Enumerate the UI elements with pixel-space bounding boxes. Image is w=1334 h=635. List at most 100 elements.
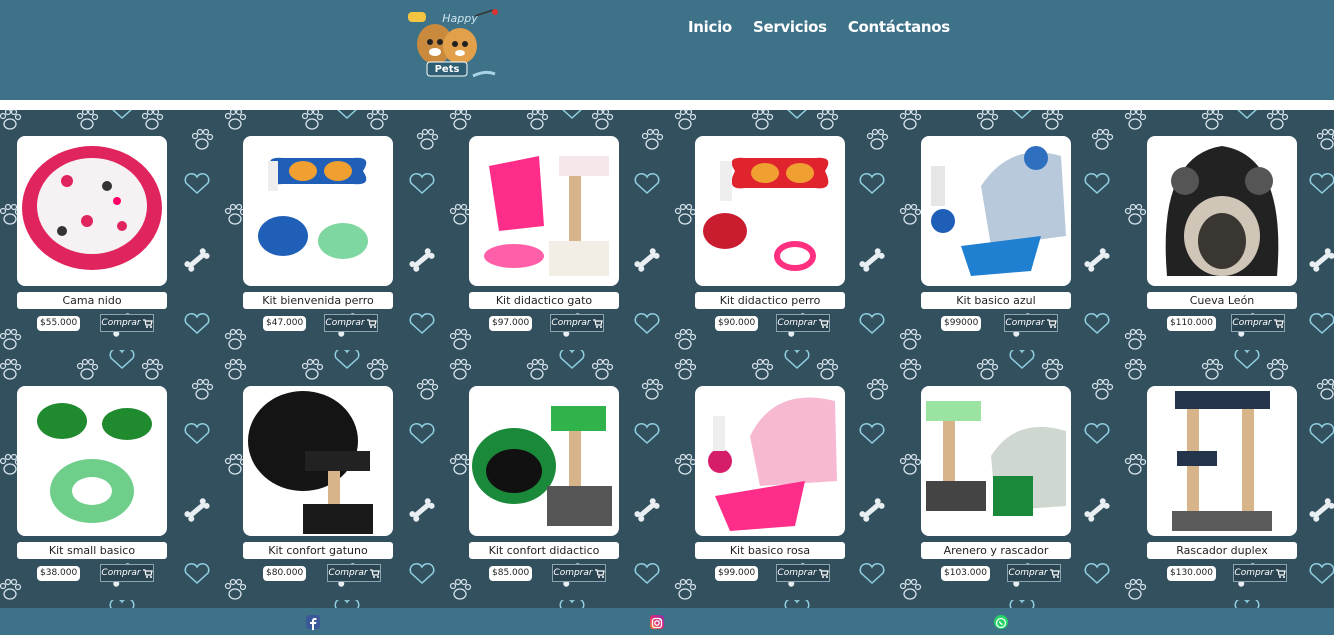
cart-icon	[818, 318, 829, 328]
product-card: Kit basico rosa $99.000 Comprar	[695, 386, 845, 584]
product-card: Kit didactico perro $90.000 Comprar	[695, 136, 845, 334]
cart-icon	[1273, 318, 1284, 328]
blue-litter-box-image[interactable]	[921, 136, 1071, 286]
nav-inicio[interactable]: Inicio	[688, 18, 732, 36]
product-card: Kit confort gatuno $80.000 Comprar	[243, 386, 393, 584]
nav-servicios[interactable]: Servicios	[753, 18, 827, 36]
paw-pattern-background	[0, 110, 1334, 610]
buy-button[interactable]: Comprar	[776, 564, 830, 582]
product-name: Arenero y rascador	[921, 542, 1071, 559]
product-price: $80.000	[263, 566, 307, 581]
product-price: $99000	[941, 316, 982, 331]
cart-icon	[1046, 318, 1057, 328]
product-price: $99.000	[715, 566, 759, 581]
product-card: Kit didactico gato $97.000 Comprar	[469, 136, 619, 334]
header-divider	[0, 100, 1334, 110]
product-price: $55.000	[37, 316, 81, 331]
buy-button[interactable]: Comprar	[100, 564, 154, 582]
buy-label: Comprar	[1234, 568, 1274, 578]
product-price: $90.000	[715, 316, 759, 331]
site-footer	[0, 608, 1334, 635]
product-name: Cueva León	[1147, 292, 1297, 309]
products-section: Cama nido $55.000 Comprar Kit bienvenida…	[0, 110, 1334, 610]
cart-icon	[818, 568, 829, 578]
product-name: Kit didactico perro	[695, 292, 845, 309]
product-card: Cama nido $55.000 Comprar	[17, 136, 167, 334]
buy-label: Comprar	[328, 568, 368, 578]
buy-label: Comprar	[1008, 568, 1048, 578]
product-price: $47.000	[263, 316, 307, 331]
green-bowls-image[interactable]	[17, 386, 167, 536]
buy-button[interactable]: Comprar	[324, 314, 378, 332]
buy-label: Comprar	[777, 318, 817, 328]
product-name: Kit confort gatuno	[243, 542, 393, 559]
instagram-icon[interactable]	[650, 615, 664, 629]
logo-text-top: Happy	[442, 12, 478, 25]
cat-scratcher-image[interactable]	[469, 136, 619, 286]
cart-icon	[369, 568, 380, 578]
cave-bed-image[interactable]	[1147, 136, 1297, 286]
cart-icon	[592, 318, 603, 328]
buy-label: Comprar	[325, 318, 365, 328]
product-card: Kit small basico $38.000 Comprar	[17, 386, 167, 584]
cart-icon	[142, 568, 153, 578]
product-name: Kit confort didactico	[469, 542, 619, 559]
product-price: $97.000	[489, 316, 533, 331]
main-nav: Inicio Servicios Contáctanos	[688, 18, 950, 36]
buy-label: Comprar	[101, 318, 141, 328]
product-name: Rascador duplex	[1147, 542, 1297, 559]
buy-label: Comprar	[551, 318, 591, 328]
product-price: $110.000	[1167, 316, 1216, 331]
product-name: Cama nido	[17, 292, 167, 309]
buy-label: Comprar	[777, 568, 817, 578]
product-card: Cueva León $110.000 Comprar	[1147, 136, 1297, 334]
buy-button[interactable]: Comprar	[1007, 564, 1061, 582]
cart-icon	[366, 318, 377, 328]
site-header: Pets Happy Inicio Servicios Contáctanos	[0, 0, 1334, 100]
cart-icon	[142, 318, 153, 328]
product-name: Kit basico azul	[921, 292, 1071, 309]
buy-button[interactable]: Comprar	[1231, 314, 1285, 332]
product-name: Kit small basico	[17, 542, 167, 559]
product-price: $85.000	[489, 566, 533, 581]
buy-button[interactable]: Comprar	[552, 564, 606, 582]
litter-scratcher-image[interactable]	[921, 386, 1071, 536]
cart-icon	[1275, 568, 1286, 578]
cart-icon	[1049, 568, 1060, 578]
product-name: Kit didactico gato	[469, 292, 619, 309]
buy-button[interactable]: Comprar	[550, 314, 604, 332]
product-name: Kit bienvenida perro	[243, 292, 393, 309]
product-card: Kit basico azul $99000 Comprar	[921, 136, 1071, 334]
logo-image: Pets Happy	[408, 9, 498, 78]
whatsapp-icon[interactable]	[994, 615, 1008, 629]
pet-bed-image[interactable]	[17, 136, 167, 286]
product-card: Kit bienvenida perro $47.000 Comprar	[243, 136, 393, 334]
product-card: Arenero y rascador $103.000 Comprar	[921, 386, 1071, 584]
buy-label: Comprar	[553, 568, 593, 578]
facebook-icon[interactable]	[306, 615, 320, 630]
buy-button[interactable]: Comprar	[1233, 564, 1287, 582]
dog-bowls-image[interactable]	[243, 136, 393, 286]
nav-contactanos[interactable]: Contáctanos	[848, 18, 950, 36]
buy-button[interactable]: Comprar	[1004, 314, 1058, 332]
buy-label: Comprar	[1232, 318, 1272, 328]
buy-button[interactable]: Comprar	[100, 314, 154, 332]
green-bed-image[interactable]	[469, 386, 619, 536]
cat-bed-image[interactable]	[243, 386, 393, 536]
product-price: $130.000	[1167, 566, 1216, 581]
duplex-scratcher-image[interactable]	[1147, 386, 1297, 536]
product-card: Rascador duplex $130.000 Comprar	[1147, 386, 1297, 584]
dog-feeder-image[interactable]	[695, 136, 845, 286]
buy-label: Comprar	[101, 568, 141, 578]
buy-button[interactable]: Comprar	[776, 314, 830, 332]
happy-pets-logo[interactable]: Pets Happy	[405, 6, 501, 86]
product-card: Kit confort didactico $85.000 Comprar	[469, 386, 619, 584]
product-price: $103.000	[941, 566, 990, 581]
product-name: Kit basico rosa	[695, 542, 845, 559]
logo-text-bottom: Pets	[435, 64, 460, 75]
cart-icon	[594, 568, 605, 578]
product-price: $38.000	[37, 566, 81, 581]
buy-button[interactable]: Comprar	[327, 564, 381, 582]
pink-litter-box-image[interactable]	[695, 386, 845, 536]
buy-label: Comprar	[1005, 318, 1045, 328]
